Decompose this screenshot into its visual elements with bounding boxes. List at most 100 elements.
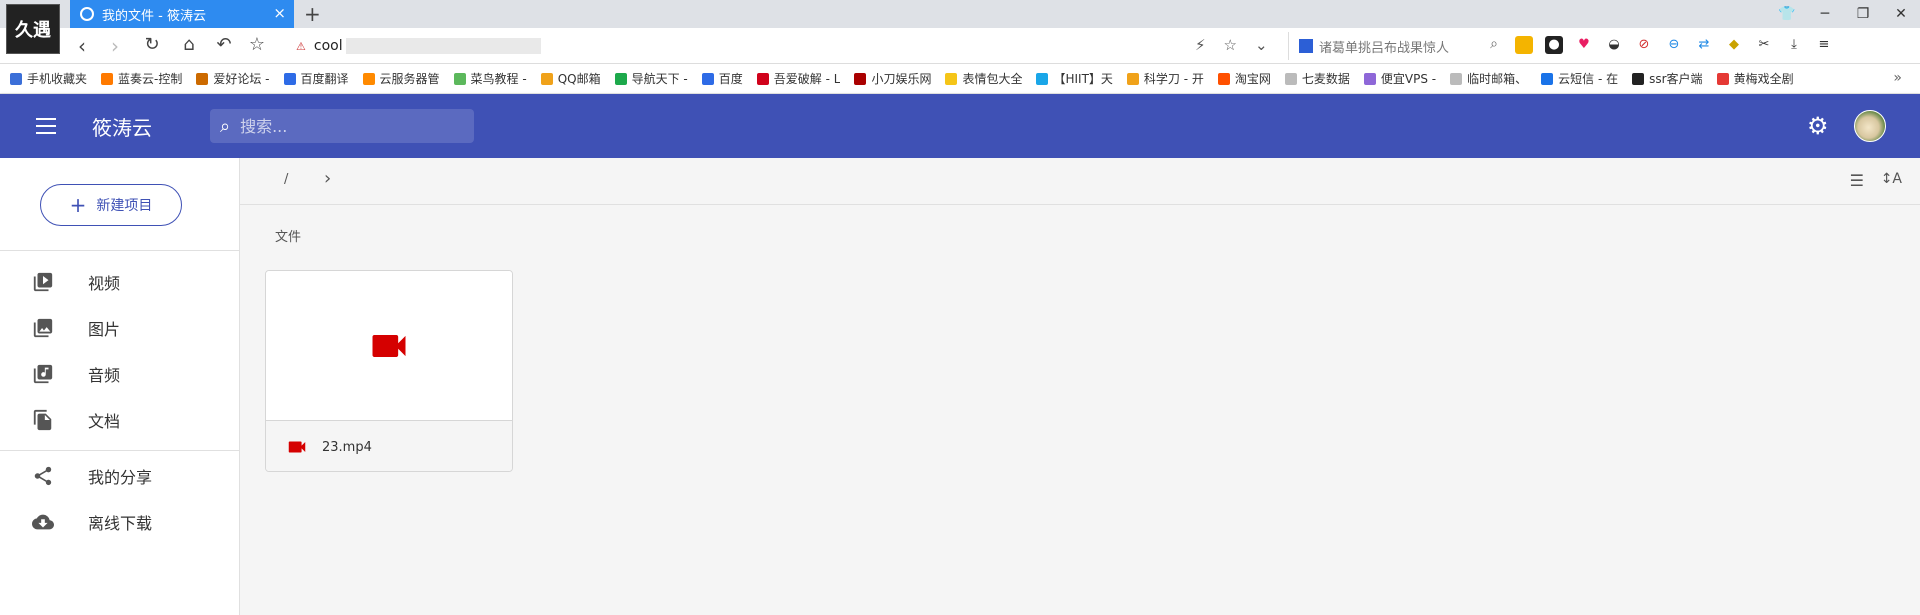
url-text: cool xyxy=(313,38,343,54)
browser-search-box[interactable]: 诸葛单挑吕布战果惊人 ⌕ xyxy=(1288,32,1504,60)
sidebar-item-label: 音频 xyxy=(88,366,121,385)
bookmark-label: 爱好论坛 - xyxy=(213,72,270,86)
breadcrumb-root[interactable]: / xyxy=(284,172,288,187)
bookmark-item[interactable]: 百度 xyxy=(701,70,743,87)
home-icon[interactable]: ⌂ xyxy=(177,34,201,55)
bookmark-star-icon[interactable]: ☆ xyxy=(245,34,269,55)
bookmark-item[interactable]: 便宜VPS - xyxy=(1363,70,1436,87)
bookmark-favicon-icon xyxy=(1217,72,1230,85)
browser-tab-active[interactable]: 我的文件 - 筱涛云 × xyxy=(70,0,294,28)
share-icon xyxy=(32,465,54,487)
file-card-footer: 23.mp4 xyxy=(266,421,512,471)
sort-icon[interactable]: ↕A xyxy=(1881,171,1902,187)
bookmark-item[interactable]: 黄梅戏全剧 xyxy=(1716,70,1794,87)
sidebar-item-audio[interactable]: 音频 xyxy=(0,351,240,397)
reload-icon[interactable]: ↻ xyxy=(140,34,164,55)
bookmark-favicon-icon xyxy=(10,72,22,85)
bookmarks-more-icon[interactable]: » xyxy=(1893,70,1902,86)
documents-icon xyxy=(32,409,54,431)
avatar[interactable] xyxy=(1854,110,1886,142)
bookmark-item[interactable]: 云服务器管 xyxy=(362,70,440,87)
bookmark-item[interactable]: QQ邮箱 xyxy=(540,70,601,87)
sidebar-item-label: 离线下载 xyxy=(88,514,153,533)
bookmark-item[interactable]: 七麦数据 xyxy=(1284,70,1350,87)
game-controller-icon[interactable]: ● xyxy=(1545,36,1563,54)
new-tab-button[interactable]: + xyxy=(304,2,321,26)
search-input[interactable] xyxy=(240,116,441,136)
browser-search-text: 诸葛单挑吕布战果惊人 xyxy=(1319,40,1450,56)
minimize-button[interactable]: ─ xyxy=(1806,0,1844,28)
new-item-button[interactable]: + 新建项目 xyxy=(40,184,182,226)
tab-close-icon[interactable]: × xyxy=(273,4,286,22)
bookmark-favicon-icon xyxy=(1284,72,1297,85)
bookmark-label: 手机收藏夹 xyxy=(27,72,88,86)
bookmark-item[interactable]: 导航天下 - xyxy=(614,70,688,87)
url-field[interactable]: ⚠ cool xyxy=(296,32,1256,60)
dropdown-chevron-icon[interactable]: ⌄ xyxy=(1255,36,1268,54)
apps-grid-icon[interactable] xyxy=(1515,36,1533,54)
video-camera-icon xyxy=(288,441,306,453)
scissors-icon[interactable]: ✂ xyxy=(1755,36,1773,54)
bookmark-favicon-icon xyxy=(362,72,375,85)
search-icon[interactable]: ⌕ xyxy=(1490,36,1498,52)
menu-icon[interactable] xyxy=(36,118,56,139)
bookmark-item[interactable]: 表情包大全 xyxy=(945,70,1022,87)
browser-menu-icon[interactable]: ≡ xyxy=(1815,36,1833,54)
bookmark-item[interactable]: 小刀娱乐网 xyxy=(854,70,931,87)
bookmark-item[interactable]: 科学刀 - 开 xyxy=(1126,70,1204,87)
bookmark-label: 科学刀 - 开 xyxy=(1143,72,1204,86)
cloud-favicon-icon xyxy=(80,7,94,21)
undo-icon[interactable]: ↶ xyxy=(212,34,236,55)
minus-circle-icon[interactable]: ⊖ xyxy=(1665,36,1683,54)
gear-icon[interactable]: ⚙ xyxy=(1807,112,1829,140)
bookmark-item[interactable]: 手机收藏夹 xyxy=(10,70,87,87)
restore-button[interactable]: ❐ xyxy=(1844,0,1882,28)
file-card[interactable]: 23.mp4 xyxy=(265,270,513,472)
bookmark-label: 小刀娱乐网 xyxy=(871,72,932,86)
sidebar-item-images[interactable]: 图片 xyxy=(0,305,240,351)
bookmark-item[interactable]: 百度翻译 xyxy=(283,70,349,87)
list-view-icon[interactable]: ☰ xyxy=(1850,171,1864,190)
bookmark-item[interactable]: 菜鸟教程 - xyxy=(453,70,527,87)
bookmark-favicon-icon xyxy=(453,72,466,85)
video-library-icon xyxy=(32,271,54,293)
sidebar-item-documents[interactable]: 文档 xyxy=(0,397,240,443)
bookmark-favicon-icon xyxy=(1541,72,1554,85)
mask-icon[interactable]: ◒ xyxy=(1605,36,1623,54)
sidebar-item-shares[interactable]: 我的分享 xyxy=(0,453,240,499)
block-icon[interactable]: ⊘ xyxy=(1635,36,1653,54)
file-preview[interactable] xyxy=(266,271,512,421)
bookmark-item[interactable]: 【HIIT】天 xyxy=(1036,70,1113,87)
url-actions: ⚡ ☆ ⌄ xyxy=(1195,36,1268,54)
shirt-icon[interactable]: 👕 xyxy=(1768,0,1806,28)
bookmark-favicon-icon xyxy=(701,72,714,85)
close-window-button[interactable]: ✕ xyxy=(1882,0,1920,28)
back-icon[interactable]: ‹ xyxy=(70,34,94,58)
bookmark-item[interactable]: 淘宝网 xyxy=(1217,70,1271,87)
sidebar-item-video[interactable]: 视频 xyxy=(0,259,240,305)
sidebar-item-label: 我的分享 xyxy=(88,468,153,487)
download-icon[interactable]: ⤓ xyxy=(1785,36,1803,54)
favorite-star-icon[interactable]: ☆ xyxy=(1224,36,1237,54)
translate-icon[interactable]: ⇄ xyxy=(1695,36,1713,54)
mole-icon[interactable]: ◆ xyxy=(1725,36,1743,54)
bookmark-favicon-icon xyxy=(1036,72,1049,85)
bookmark-item[interactable]: 蓝奏云-控制 xyxy=(101,70,182,87)
main-content: / › ☰ ↕A 文件 23.mp4 xyxy=(240,158,1920,615)
bookmark-item[interactable]: 临时邮箱、 xyxy=(1450,70,1527,87)
cat-icon[interactable]: ♥ xyxy=(1575,36,1593,54)
bookmark-item[interactable]: 爱好论坛 - xyxy=(196,70,270,87)
app-search-box[interactable]: ⌕ xyxy=(210,109,474,143)
forward-icon[interactable]: › xyxy=(103,34,127,58)
chevron-right-icon[interactable]: › xyxy=(324,168,331,189)
sidebar-item-offline-download[interactable]: 离线下载 xyxy=(0,499,240,545)
lightning-icon[interactable]: ⚡ xyxy=(1195,36,1206,54)
search-icon: ⌕ xyxy=(220,115,231,137)
bookmark-item[interactable]: 云短信 - 在 xyxy=(1541,70,1618,87)
bookmark-label: 云短信 - 在 xyxy=(1558,72,1619,86)
bookmark-favicon-icon xyxy=(101,72,114,85)
profile-thumbnail[interactable]: 久遇 xyxy=(6,4,60,54)
bookmark-label: 表情包大全 xyxy=(962,72,1023,86)
bookmark-item[interactable]: 吾爱破解 - L xyxy=(756,70,840,87)
bookmark-item[interactable]: ssr客户端 xyxy=(1632,70,1703,87)
